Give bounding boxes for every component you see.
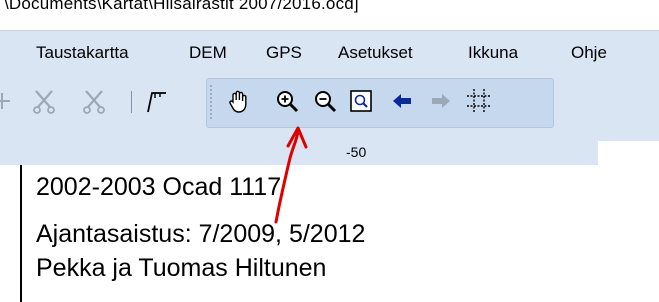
annotation-arrow [274,126,308,224]
